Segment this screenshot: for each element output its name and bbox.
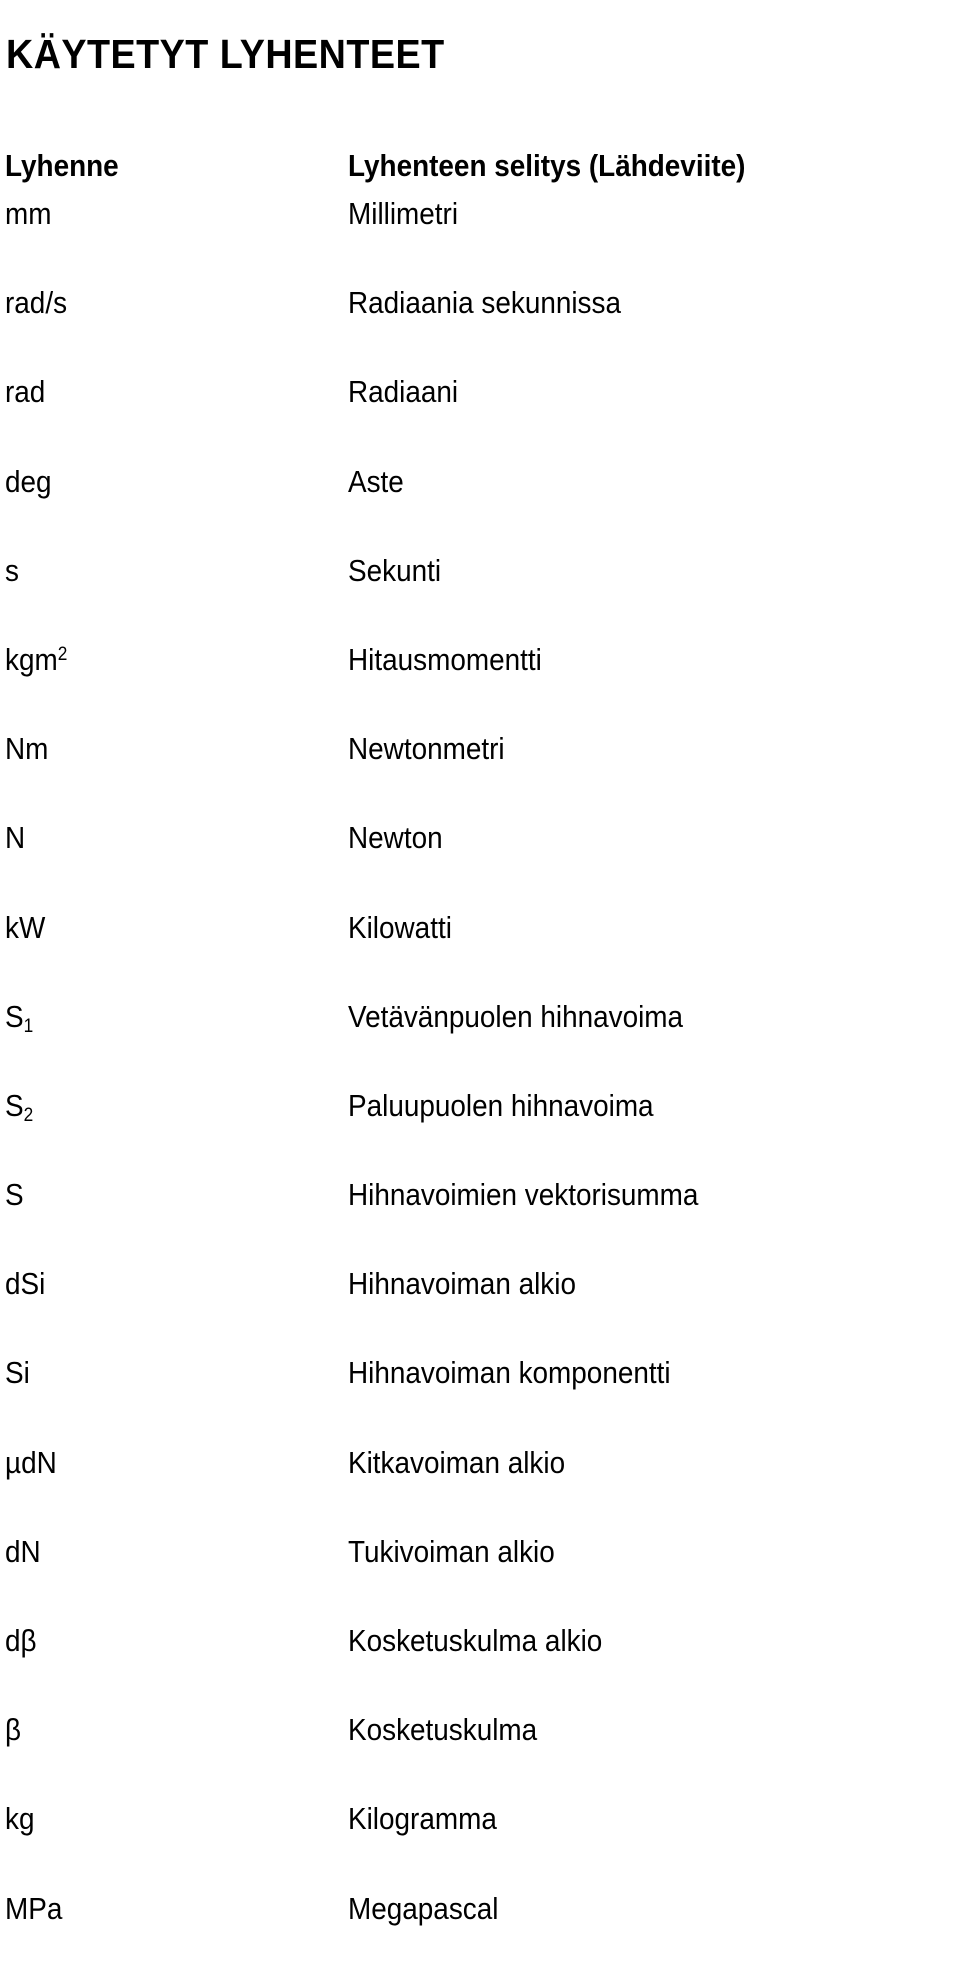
explanation-cell: Paluupuolen hihnavoima xyxy=(348,1087,654,1123)
table-row: β Kosketuskulma xyxy=(0,1712,960,1801)
explanation-cell: Hihnavoiman alkio xyxy=(348,1266,576,1302)
document-page: KÄYTETYT LYHENTEET Lyhenne Lyhenteen sel… xyxy=(0,0,960,1972)
column-header-explanation: Lyhenteen selitys (Lähdeviite) xyxy=(348,148,746,183)
table-row: dSi Hihnavoiman alkio xyxy=(0,1266,960,1355)
explanation-cell: Sekunti xyxy=(348,552,442,588)
table-row: rad Radiaani xyxy=(0,374,960,463)
table-row: kgm2 Hitausmomentti xyxy=(0,642,960,731)
explanation-cell: Radiaani xyxy=(348,374,459,410)
abbreviation-cell: S xyxy=(5,1177,24,1213)
table-row: dβ Kosketuskulma alkio xyxy=(0,1623,960,1712)
abbreviation-cell: dSi xyxy=(5,1266,46,1302)
explanation-cell: Aste xyxy=(348,463,404,499)
abbreviation-cell: kgm2 xyxy=(5,641,68,677)
explanation-cell: Hihnavoiman komponentti xyxy=(348,1355,671,1391)
page-title: KÄYTETYT LYHENTEET xyxy=(6,31,445,78)
table-row: rad/s Radiaania sekunnissa xyxy=(0,285,960,374)
table-row: MPa Megapascal xyxy=(0,1891,960,1980)
explanation-cell: Radiaania sekunnissa xyxy=(348,285,621,321)
abbreviation-cell: Si xyxy=(5,1355,30,1391)
abbreviation-cell: dN xyxy=(5,1533,41,1569)
abbreviation-cell: mm xyxy=(5,196,52,231)
explanation-cell: Kilowatti xyxy=(348,909,452,945)
explanation-cell: Kitkavoiman alkio xyxy=(348,1444,566,1480)
abbreviations-table: Lyhenne Lyhenteen selitys (Lähdeviite) m… xyxy=(0,148,960,1980)
explanation-cell: Kosketuskulma xyxy=(348,1712,538,1748)
abbreviation-cell: Nm xyxy=(5,731,49,767)
abbreviation-cell: deg xyxy=(5,463,52,499)
explanation-cell: Kosketuskulma alkio xyxy=(348,1623,603,1658)
abbreviation-cell: S2 xyxy=(5,1087,34,1127)
table-row: dN Tukivoiman alkio xyxy=(0,1534,960,1623)
explanation-cell: Vetävänpuolen hihnavoima xyxy=(348,998,684,1034)
table-body: mm Millimetri rad/s Radiaania sekunnissa rad… xyxy=(0,196,960,1980)
abbreviation-cell: N xyxy=(5,820,26,856)
explanation-cell: Megapascal xyxy=(348,1890,499,1926)
abbreviation-cell: kW xyxy=(5,909,46,945)
table-row: µdN Kitkavoiman alkio xyxy=(0,1445,960,1534)
table-row: S Hihnavoimien vektorisumma xyxy=(0,1177,960,1266)
table-row: deg Aste xyxy=(0,464,960,553)
table-row: kg Kilogramma xyxy=(0,1801,960,1890)
abbreviation-cell: S1 xyxy=(5,998,34,1038)
abbreviation-cell: µdN xyxy=(5,1444,57,1480)
table-row: s Sekunti xyxy=(0,553,960,642)
abbreviation-cell: MPa xyxy=(5,1890,63,1926)
abbreviation-cell: s xyxy=(5,552,19,588)
table-row: kW Kilowatti xyxy=(0,910,960,999)
abbreviation-superscript: 2 xyxy=(57,643,68,665)
explanation-cell: Newton xyxy=(348,820,443,856)
table-row: mm Millimetri xyxy=(0,196,960,285)
table-row: S1 Vetävänpuolen hihnavoima xyxy=(0,999,960,1088)
table-row: Si Hihnavoiman komponentti xyxy=(0,1355,960,1444)
abbreviation-cell: rad xyxy=(5,374,46,410)
table-row: N Newton xyxy=(0,820,960,909)
table-header-row: Lyhenne Lyhenteen selitys (Lähdeviite) xyxy=(0,148,960,196)
table-row: Nm Newtonmetri xyxy=(0,731,960,820)
abbreviation-cell: rad/s xyxy=(5,285,68,321)
table-row: S2 Paluupuolen hihnavoima xyxy=(0,1088,960,1177)
explanation-cell: Tukivoiman alkio xyxy=(348,1533,555,1569)
abbreviation-subscript: 2 xyxy=(23,1105,34,1127)
abbreviation-cell: kg xyxy=(5,1801,35,1837)
abbreviation-cell: β xyxy=(5,1712,22,1748)
explanation-cell: Millimetri xyxy=(348,196,459,231)
column-header-abbreviation: Lyhenne xyxy=(5,148,119,183)
explanation-cell: Newtonmetri xyxy=(348,731,505,767)
explanation-cell: Hihnavoimien vektorisumma xyxy=(348,1177,699,1213)
abbreviation-cell: dβ xyxy=(5,1623,37,1658)
abbreviation-subscript: 1 xyxy=(23,1016,34,1038)
explanation-cell: Hitausmomentti xyxy=(348,641,542,677)
explanation-cell: Kilogramma xyxy=(348,1801,497,1837)
